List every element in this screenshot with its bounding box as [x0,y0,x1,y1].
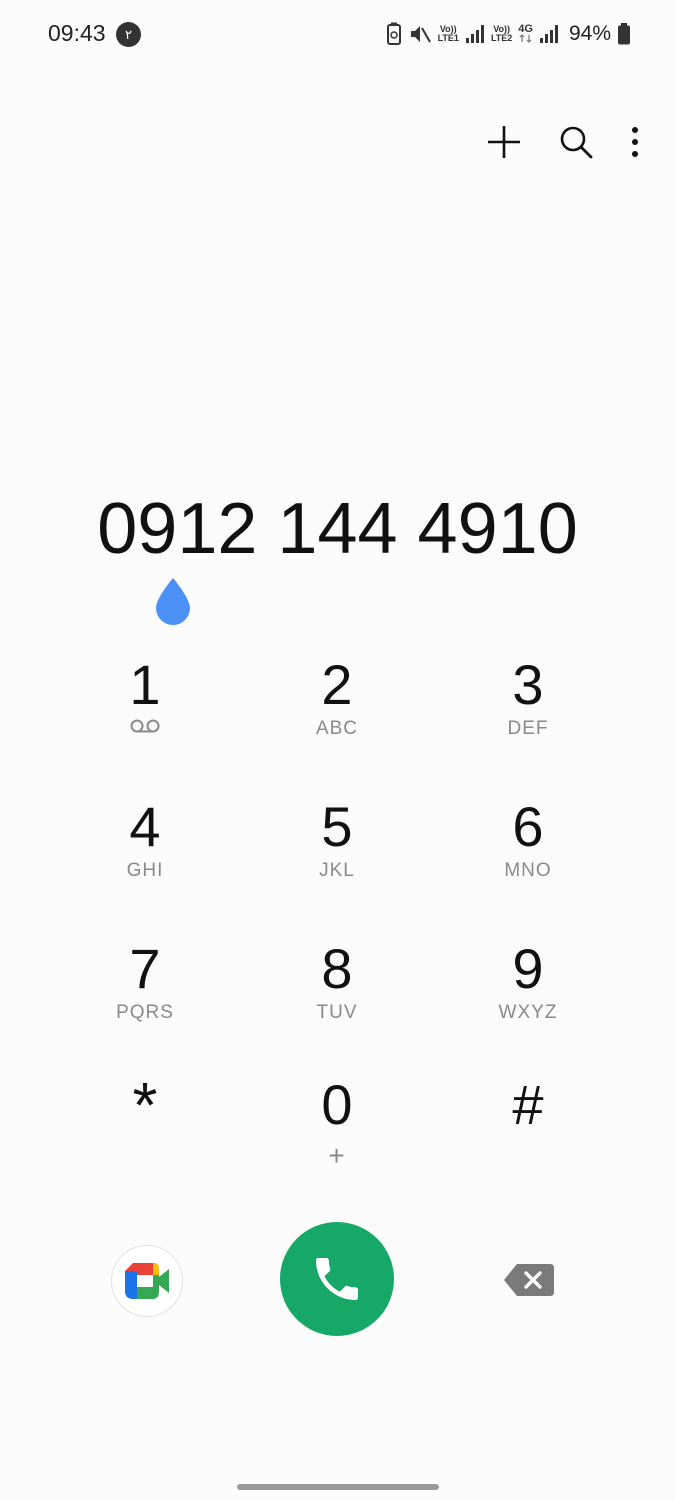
key-4[interactable]: 4 GHI [50,790,240,920]
navigation-handle[interactable] [237,1484,439,1490]
add-contact-button[interactable] [481,112,527,172]
key-digit: 4 [129,795,161,858]
more-vertical-icon [632,127,638,157]
voicemail-icon [130,719,160,733]
key-3[interactable]: 3 DEF [433,648,623,778]
key-7[interactable]: 7 PQRS [50,932,240,1062]
key-letters: TUV [316,1002,358,1023]
key-digit: 6 [512,795,544,858]
key-digit: 1 [129,653,161,716]
key-hash[interactable]: # [433,1068,623,1198]
toolbar [481,112,645,172]
key-2[interactable]: 2 ABC [242,648,432,778]
data-arrows-icon [519,34,532,43]
status-icons: Vo)) LTE1 Vo)) LTE2 4G 94% [386,18,631,50]
key-letters: WXYZ [498,1002,558,1023]
battery-saver-icon [386,22,402,46]
search-icon [560,126,593,159]
key-digit: 7 [129,937,161,1000]
key-letters: ABC [315,718,359,739]
signal-icon [539,24,559,44]
key-9[interactable]: 9 WXYZ [433,932,623,1062]
phone-icon [316,1258,358,1300]
search-button[interactable] [553,112,599,172]
more-options-button[interactable] [625,112,645,172]
battery-icon [617,23,631,45]
key-digit: 8 [321,937,353,1000]
status-bar: 09:43 ۲ Vo)) LTE1 Vo)) LTE2 4G 94% [0,0,675,70]
volte1-bottom-label: LTE1 [437,33,459,43]
signal-icon [465,24,485,44]
key-star[interactable]: * [50,1068,240,1198]
text-cursor-handle[interactable] [153,576,193,631]
key-0[interactable]: 0 + [242,1068,432,1198]
key-letters: DEF [507,718,549,739]
key-digit: 5 [321,795,353,858]
backspace-icon [504,1264,554,1296]
key-digit: * [132,1069,158,1141]
key-1[interactable]: 1 [50,648,240,778]
key-digit: # [512,1073,544,1136]
key-5[interactable]: 5 JKL [242,790,432,920]
backspace-button[interactable] [496,1255,562,1305]
key-letters: MNO [504,860,552,881]
key-6[interactable]: 6 MNO [433,790,623,920]
network-label: 4G [518,23,533,35]
volte-lte2-icon: Vo)) LTE2 [491,25,512,43]
key-8[interactable]: 8 TUV [242,932,432,1062]
add-icon [488,126,520,158]
volte2-bottom-label: LTE2 [490,33,513,43]
dialed-number[interactable]: 0912 144 4910 [0,488,675,570]
key-letters: GHI [126,860,164,881]
google-meet-icon [125,1263,169,1299]
key-digit: 2 [321,653,353,716]
notification-badge: ۲ [116,22,141,47]
key-digit: 3 [512,653,544,716]
battery-percent: 94% [568,22,611,45]
volte-lte1-icon: Vo)) LTE1 [438,25,459,43]
key-letters: JKL [319,860,355,881]
mute-icon [408,22,432,46]
cursor-handle-icon [156,578,190,625]
key-letters: + [328,1140,346,1171]
status-time: 09:43 [48,20,106,46]
key-digit: 0 [321,1073,353,1136]
key-letters: PQRS [116,1002,174,1023]
call-button[interactable] [280,1222,394,1336]
video-call-button[interactable] [111,1245,183,1317]
network-4g-icon: 4G [518,23,533,43]
key-digit: 9 [512,937,544,1000]
